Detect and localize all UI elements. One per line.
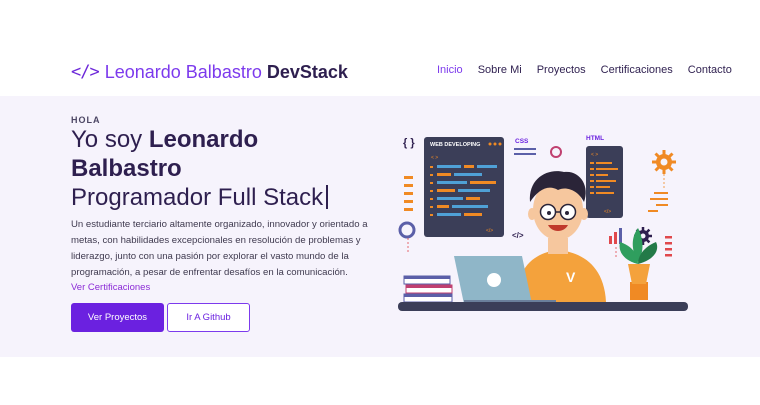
code-icon: </> <box>71 62 100 82</box>
screen-tag-open: < > <box>431 155 438 161</box>
nav-item-contacto[interactable]: Contacto <box>688 64 732 76</box>
circle-icon <box>550 146 562 158</box>
view-certifications-link[interactable]: Ver Certificaciones <box>71 282 150 293</box>
web-developing-screen: WEB DEVELOPING < > </> <box>424 137 504 237</box>
html-tag-open: < > <box>591 152 598 158</box>
nav-item-inicio[interactable]: Inicio <box>437 64 463 76</box>
bar-chart-icon <box>609 228 622 244</box>
view-projects-button[interactable]: Ver Proyectos <box>71 303 164 332</box>
books-icon <box>403 275 453 303</box>
shirt-letter: V <box>566 269 576 285</box>
screen-tag-close: </> <box>486 228 493 234</box>
left-code-bars <box>404 176 413 211</box>
brand-stack: DevStack <box>266 61 348 82</box>
brand-name: Leonardo Balbastro <box>104 61 262 82</box>
html-label: HTML <box>586 135 604 142</box>
nav-item-sobre-mi[interactable]: Sobre Mi <box>478 64 522 76</box>
gear-icon <box>652 150 676 174</box>
html-tag-close: </> <box>604 209 611 215</box>
screen-title: WEB DEVELOPING <box>430 142 480 148</box>
code-tag-icon: </> <box>512 231 524 240</box>
braces-icon: { } <box>403 137 415 149</box>
hero-kicker: HOLA <box>71 115 101 125</box>
hero-section: HOLA Yo soy Leonardo Balbastro Programad… <box>0 96 760 357</box>
nav-item-proyectos[interactable]: Proyectos <box>537 64 586 76</box>
github-button[interactable]: Ir A Github <box>167 303 250 332</box>
plant-pot <box>630 282 648 300</box>
hero-role: Programador Full Stack <box>71 183 328 212</box>
role-text: Programador Full Stack <box>71 184 324 211</box>
side-stripes <box>665 236 672 257</box>
page: </> Leonardo Balbastro DevStack Inicio S… <box>0 0 760 405</box>
donut-chart-icon <box>398 221 416 239</box>
desk <box>398 302 688 311</box>
hero-description: Un estudiante terciario altamente organi… <box>71 219 368 278</box>
right-code-bars <box>648 192 668 212</box>
html-panel: < > </> <box>586 146 623 218</box>
plant-icon <box>619 228 658 300</box>
title-name-last: Balbastro <box>71 155 182 182</box>
brand-logo[interactable]: </> Leonardo Balbastro DevStack <box>71 60 348 84</box>
typing-caret <box>326 185 328 209</box>
hero-title: Yo soy Leonardo Balbastro <box>71 125 371 183</box>
css-label: CSS <box>515 138 529 145</box>
site-header: </> Leonardo Balbastro DevStack Inicio S… <box>0 0 760 96</box>
main-nav: Inicio Sobre Mi Proyectos Certificacione… <box>437 64 732 76</box>
title-name-first: Leonardo <box>148 126 259 153</box>
developer-illustration: { } WEB DEVELOPING < > </> CSS HTML < > … <box>398 135 688 311</box>
title-prefix: Yo soy <box>71 126 143 153</box>
nav-item-certificaciones[interactable]: Certificaciones <box>601 64 673 76</box>
